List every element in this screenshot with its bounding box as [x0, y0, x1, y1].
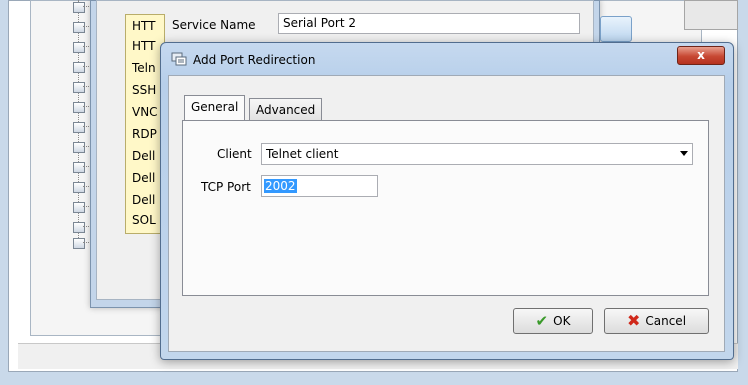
service-list[interactable]: HTT HTT Teln SSH VNC RDP Dell Dell Dell … [125, 14, 165, 234]
tree-expander[interactable] [73, 42, 85, 53]
client-label: Client [217, 147, 252, 161]
tree-expander[interactable] [73, 202, 85, 213]
list-item[interactable]: SSH [132, 83, 156, 97]
tab-general[interactable]: General [184, 95, 246, 120]
tree-expander[interactable] [73, 238, 85, 249]
tree-expander[interactable] [73, 2, 85, 13]
cancel-label: Cancel [645, 314, 687, 328]
tree-expander[interactable] [73, 122, 85, 133]
tcp-port-label: TCP Port [201, 180, 251, 194]
check-icon: ✔ [535, 311, 549, 330]
ok-button[interactable]: ✔ OK [513, 308, 593, 334]
ok-label: OK [553, 314, 571, 328]
chevron-down-icon[interactable] [680, 151, 688, 156]
tab-advanced[interactable]: Advanced [249, 98, 323, 120]
list-item[interactable]: Dell [132, 193, 155, 207]
port-redirection-icon [171, 52, 187, 66]
client-select[interactable]: Telnet client [261, 143, 693, 165]
tree-expander[interactable] [73, 162, 85, 173]
tcp-port-input[interactable]: 2002 [261, 175, 378, 197]
tree-expander[interactable] [73, 82, 85, 93]
list-item[interactable]: Dell [132, 149, 155, 163]
client-select-value: Telnet client [266, 147, 339, 161]
tree-expander[interactable] [73, 102, 85, 113]
tcp-port-value: 2002 [264, 179, 297, 193]
list-item[interactable]: HTT [132, 39, 155, 53]
service-name-input[interactable]: Serial Port 2 [278, 13, 580, 34]
list-item[interactable]: VNC [132, 105, 158, 119]
cancel-button[interactable]: ✖ Cancel [604, 308, 709, 334]
dialog-title: Add Port Redirection [193, 53, 316, 67]
background-button[interactable] [684, 0, 738, 30]
list-item[interactable]: Dell [132, 171, 155, 185]
list-item[interactable]: RDP [132, 127, 157, 141]
close-button[interactable]: x [677, 46, 725, 65]
tree-expander[interactable] [73, 182, 85, 193]
tree-expander[interactable] [73, 222, 85, 233]
service-dialog-button[interactable] [600, 16, 632, 42]
list-item[interactable]: SOL [132, 213, 156, 227]
tree-expander[interactable] [73, 22, 85, 33]
list-item[interactable]: Teln [132, 61, 156, 75]
service-name-label: Service Name [172, 18, 256, 32]
tree-expander[interactable] [73, 62, 85, 73]
tree-expander[interactable] [73, 142, 85, 153]
x-icon: ✖ [626, 311, 641, 330]
list-item[interactable]: HTT [132, 19, 155, 33]
